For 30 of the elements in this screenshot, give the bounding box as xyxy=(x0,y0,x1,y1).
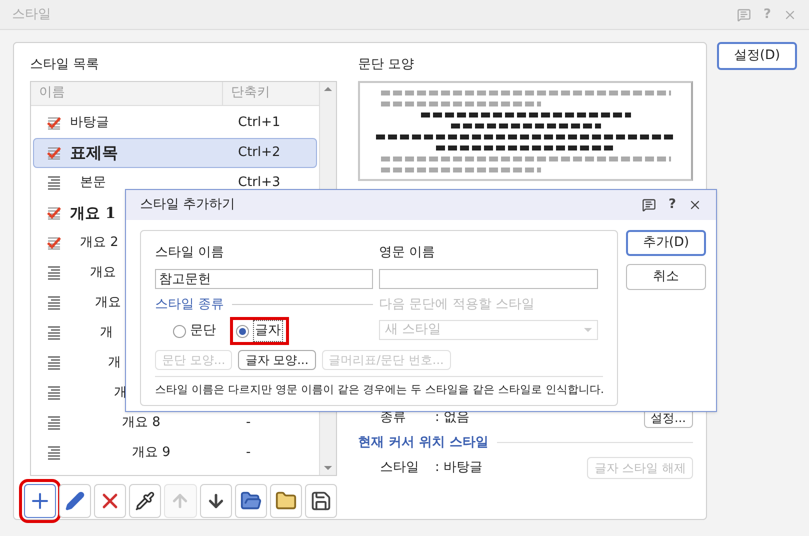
field-label: 다음 문단에 적용할 스타일 xyxy=(379,296,536,314)
style-name: 개요 xyxy=(95,294,121,312)
shortcut-text: Ctrl+3 xyxy=(238,174,280,192)
style-name: 개요 9 xyxy=(132,444,170,462)
style-name: 개 xyxy=(100,324,113,342)
style-name: 개요 1 xyxy=(70,202,116,224)
style-name: 개요 8 xyxy=(122,414,160,432)
field-value: : 없음 xyxy=(435,409,471,428)
note-text: 스타일 이름은 다르지만 영문 이름이 같은 경우에는 두 스타일을 같은 스타일로 인식합니다. xyxy=(155,383,603,397)
field-label: 영문 이름 xyxy=(379,244,436,262)
shortcut-text: - xyxy=(245,444,251,462)
style-name: 표제목 xyxy=(70,142,118,164)
dialog-title: 스타일 추가하기 xyxy=(140,196,236,214)
style-name: 본문 xyxy=(80,174,106,192)
section-title: 현재 커서 위치 스타일 xyxy=(358,434,489,452)
window-title: 스타일 xyxy=(12,6,51,24)
section-title: 문단 모양 xyxy=(358,56,416,74)
section-title: 스타일 종류 xyxy=(155,296,224,314)
shortcut-text: - xyxy=(245,414,251,432)
style-name: 개 xyxy=(114,384,127,402)
field-label: 스타일 이름 xyxy=(155,244,226,262)
style-name: 개 xyxy=(108,354,121,372)
shortcut-text: Ctrl+1 xyxy=(238,114,280,132)
style-name: 바탕글 xyxy=(70,114,109,132)
field-label: 스타일 xyxy=(380,458,420,477)
field-value: : 바탕글 xyxy=(435,458,484,477)
style-name: 개요 2 xyxy=(80,234,118,252)
style-name: 개요 xyxy=(90,264,116,282)
section-title: 스타일 목록 xyxy=(30,56,100,74)
shortcut-text: Ctrl+2 xyxy=(238,144,280,162)
